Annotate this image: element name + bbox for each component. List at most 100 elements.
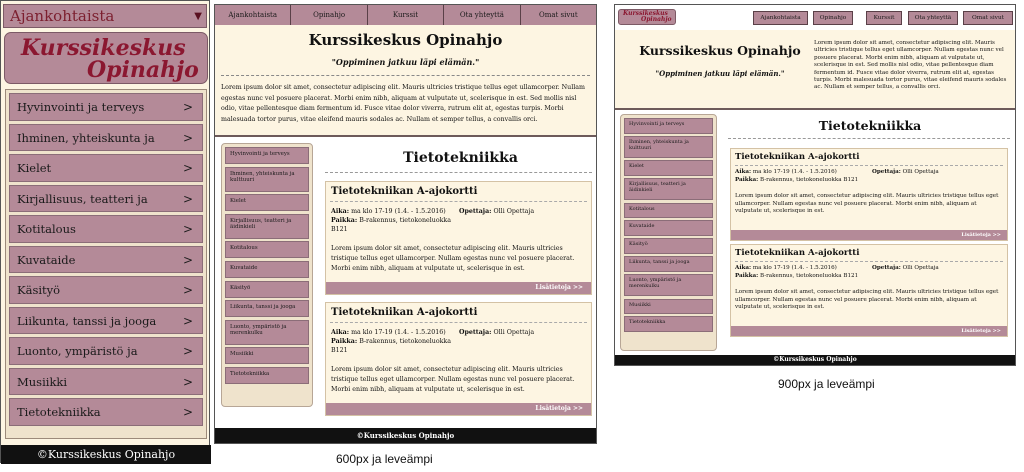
page-title: Kurssikeskus Opinahjo [639, 43, 801, 58]
divider [325, 172, 592, 173]
divider [728, 138, 1010, 139]
caption-600: 600px ja leveämpi [336, 452, 433, 466]
intro-text: Lorem ipsum dolor sit amet, consectetur … [814, 40, 1007, 91]
sidebar-item[interactable]: Luonto, ympäristö ja merenkulku [225, 319, 309, 345]
sidebar-item[interactable]: Luonto, ympäristö ja merenkulku [624, 274, 713, 297]
sidebar-item[interactable]: Kotitalous [624, 202, 713, 219]
course-title: Tietotekniikan A-ajokortti [735, 248, 860, 258]
site-logo[interactable]: Kurssikeskus Opinahjo [4, 32, 208, 84]
mobile-menu-item[interactable]: Hyvinvointi ja terveys > [9, 93, 203, 121]
course-meta: Aika: ma klo 17-19 (1.4. - 1.5.2016) Pai… [735, 265, 858, 280]
footer: ©Kurssikeskus Opinahjo [615, 355, 1015, 365]
footer: ©Kurssikeskus Opinahjo [215, 428, 596, 443]
course-place: B-rakennus, tietokoneluokka B121 [760, 272, 859, 279]
teacher-label: Opettaja: [459, 208, 492, 215]
sidebar-item[interactable]: Tietotekniikka [225, 366, 309, 384]
course-teacher: Opettaja: Olli Opettaja [459, 328, 534, 337]
sidebar-item[interactable]: Liikunta, tanssi ja jooga [225, 300, 309, 318]
mobile-menu-label: Käsityö [17, 283, 61, 298]
mobile-category-menu: Hyvinvointi ja terveys > Ihminen, yhteisk… [5, 89, 207, 439]
course-teacher: Opettaja: Olli Opettaja [872, 265, 939, 273]
sidebar-item[interactable]: Kielet [225, 194, 309, 212]
nav-item[interactable]: Opinahjo [813, 11, 853, 25]
page-title: Kurssikeskus Opinahjo [308, 31, 503, 49]
mobile-menu-label: Kotitalous [17, 222, 76, 237]
chevron-right-icon: > [182, 222, 193, 237]
sidebar-item[interactable]: Kirjallisuus, teatteri ja äidinkieli [225, 213, 309, 239]
sidebar-item[interactable]: Hyvinvointi ja terveys [225, 147, 309, 164]
course-time: ma klo 17-19 (1.4. - 1.5.2016) [752, 169, 837, 175]
course-teacher: Opettaja: Olli Opettaja [872, 169, 939, 177]
mobile-menu-item[interactable]: Kuvataide > [9, 245, 203, 274]
mobile-menu-item[interactable]: Ihminen, yhteiskunta ja kulttuuri> [9, 123, 203, 171]
mobile-nav-select[interactable]: Ajankohtaista ▼ [3, 4, 207, 28]
course-description: Lorem ipsum dolor sit amet, consectetur … [735, 193, 999, 214]
more-info-link[interactable]: Lisätietoja >> [731, 230, 1007, 240]
chevron-right-icon: > [182, 313, 193, 328]
mobile-menu-item[interactable]: Käsityö > [9, 276, 203, 304]
mobile-menu-item[interactable]: Luonto, ympäristö ja merenkulku> [9, 337, 203, 384]
chevron-right-icon: > [182, 100, 193, 114]
chevron-right-icon: > [182, 191, 193, 206]
chevron-down-icon: ▼ [194, 11, 202, 22]
site-logo[interactable]: Kurssikeskus Opinahjo [618, 9, 676, 25]
course-time: ma klo 17-19 (1.4. - 1.5.2016) [752, 265, 837, 271]
sidebar-item[interactable]: Käsityö [225, 280, 309, 298]
chevron-right-icon: > [182, 374, 193, 389]
caption-900: 900px ja leveämpi [778, 377, 875, 391]
mobile-menu-item[interactable]: Kielet > [9, 154, 203, 182]
mobile-menu-item[interactable]: Liikunta, tanssi ja jooga > [9, 306, 203, 335]
sidebar-item[interactable]: Kotitalous [225, 241, 309, 259]
more-info-link[interactable]: Lisätietoja >> [326, 282, 591, 294]
course-card: Tietotekniikan A-ajokortti Aika: ma klo … [730, 148, 1008, 241]
mobile-menu-item[interactable]: Musiikki > [9, 367, 203, 396]
nav-item[interactable]: Omat sivut [963, 11, 1013, 25]
sidebar-item[interactable]: Kuvataide [225, 260, 309, 278]
nav-item[interactable]: Opinahjo [291, 5, 368, 25]
nav-item[interactable]: Ajankohtaista [215, 5, 292, 25]
section-heading: Tietotekniikka [403, 150, 518, 166]
mobile-menu-item[interactable]: Tietotekniikka > [9, 398, 203, 426]
sidebar-item[interactable]: Kuvataide [624, 220, 713, 236]
more-info-link[interactable]: Lisätietoja >> [731, 326, 1007, 336]
sidebar-item[interactable]: Käsityö [624, 238, 713, 254]
mobile-menu-item[interactable]: Kotitalous > [9, 215, 203, 243]
sidebar-item[interactable]: Kirjallisuus, teatteri ja äidinkieli [624, 178, 713, 201]
mobile-menu-item[interactable]: Kirjallisuus, teatteri ja äidinkieli> [9, 184, 203, 232]
time-label: Aika: [331, 329, 350, 336]
sidebar-item[interactable]: Tietotekniikka [624, 316, 713, 332]
slogan: "Oppiminen jatkuu läpi elämän." [331, 57, 480, 67]
sidebar-item[interactable]: Hyvinvointi ja terveys [624, 118, 713, 134]
nav-item[interactable]: Ota yhteyttä [908, 11, 958, 25]
more-info-link[interactable]: Lisätietoja >> [326, 403, 591, 415]
mobile-nav-select-value: Ajankohtaista [10, 7, 115, 25]
logo-line2: Opinahjo [87, 57, 199, 83]
divider [735, 165, 1003, 166]
teacher-name: Olli Opettaja [493, 208, 535, 215]
sidebar-item[interactable]: Ihminen, yhteiskunta ja kulttuuri [624, 135, 713, 158]
logo-line2: Opinahjo [641, 16, 672, 23]
mobile-menu-label: Musiikki [17, 374, 68, 389]
course-description: Lorem ipsum dolor sit amet, consectetur … [331, 245, 575, 272]
chevron-right-icon: > [182, 130, 193, 145]
nav-item[interactable]: Kurssit [866, 11, 902, 25]
sidebar-item[interactable]: Liikunta, tanssi ja jooga [624, 256, 713, 272]
place-label: Paikka: [735, 272, 759, 279]
nav-item[interactable]: Ota yhteyttä [444, 5, 521, 25]
nav-item[interactable]: Ajankohtaista [753, 11, 808, 25]
time-label: Aika: [735, 169, 752, 175]
teacher-name: Olli Opettaja [902, 265, 939, 271]
course-description: Lorem ipsum dolor sit amet, consectetur … [331, 366, 575, 393]
place-label: Paikka: [331, 338, 358, 345]
chevron-right-icon: > [182, 161, 193, 176]
course-meta: Aika: ma klo 17-19 (1.4. - 1.5.2016) Pai… [331, 328, 456, 355]
sidebar-item[interactable]: Ihminen, yhteiskunta ja kulttuuri [225, 166, 309, 192]
nav-item[interactable]: Kurssit [367, 5, 445, 25]
sidebar-item[interactable]: Musiikki [624, 298, 713, 315]
time-label: Aika: [331, 208, 350, 215]
nav-item[interactable]: Omat sivut [520, 5, 597, 25]
course-card: Tietotekniikan A-ajokortti Aika: ma klo … [325, 181, 592, 295]
sidebar-item[interactable]: Kielet [624, 160, 713, 176]
sidebar-item[interactable]: Musiikki [225, 347, 309, 365]
slogan: "Oppiminen jatkuu läpi elämän." [655, 69, 785, 78]
